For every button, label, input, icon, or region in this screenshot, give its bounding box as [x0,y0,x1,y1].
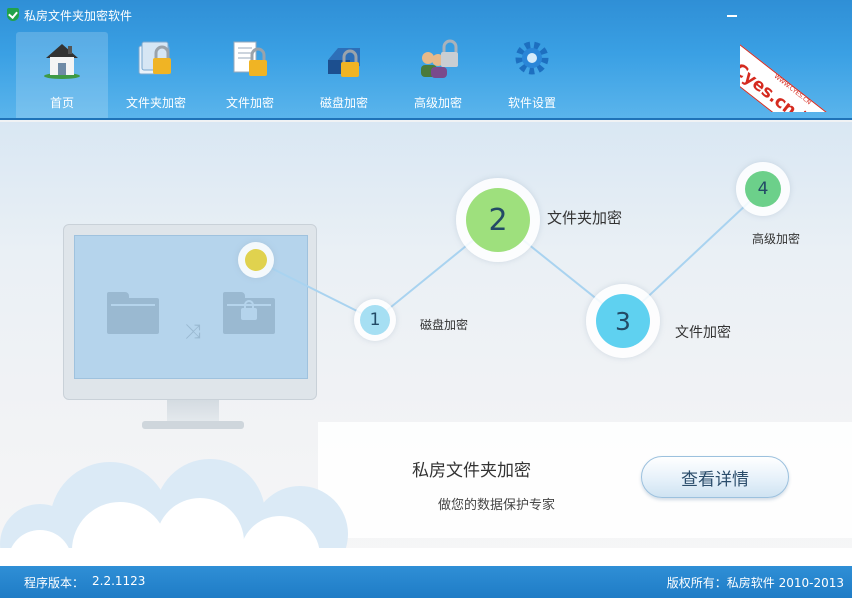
nav-item-file-encrypt[interactable]: 文件加密 [204,32,296,120]
shield-icon [7,8,19,21]
nav-item-disk-encrypt[interactable]: 磁盘加密 [298,32,390,120]
copyright-text: 版权所有：私房软件 2010-2013 [666,576,844,590]
step-label-4: 高级加密 [752,232,801,246]
nav-label-advanced-encrypt: 高级加密 [413,96,462,110]
folder-lock-icon [138,41,171,75]
banner-title: 私房文件夹加密 [412,461,531,481]
nav-item-home[interactable]: 首页 [16,32,108,120]
nav-label-home: 首页 [49,96,74,110]
title-bar: 私房文件夹加密软件 [0,0,852,30]
gear-icon [515,41,549,75]
step-node-2[interactable]: 2 [466,188,530,252]
version-value: 2.2.1123 [92,574,146,588]
nav-item-settings[interactable]: 软件设置 [486,32,578,120]
status-bar: 程序版本： 2.2.1123 版权所有：私房软件 2010-2013 [0,566,852,598]
disk-lock-icon [328,48,360,77]
app-window: 私房文件夹加密软件 首页 文件夹加密 文件加密 磁盘加密 高级加密 软件设置 W… [0,0,852,598]
step-node-3[interactable]: 3 [596,294,650,348]
users-lock-icon [421,39,458,78]
watermark-ribbon: WWW.CYES.CN Cyes.cn 资源港 [740,0,852,112]
nav-item-folder-encrypt[interactable]: 文件夹加密 [110,32,202,120]
nav-label-folder-encrypt: 文件夹加密 [125,96,186,110]
nav-label-disk-encrypt: 磁盘加密 [319,96,368,110]
start-dot [245,249,267,271]
nav-label-file-encrypt: 文件加密 [225,96,274,110]
step-node-1[interactable]: 1 [360,305,390,335]
step-node-4[interactable]: 4 [745,171,781,207]
view-details-button[interactable]: 查看详情 [641,456,789,498]
nav-item-advanced-encrypt[interactable]: 高级加密 [392,32,484,120]
header: 私房文件夹加密软件 首页 文件夹加密 文件加密 磁盘加密 高级加密 软件设置 W… [0,0,852,120]
window-title: 私房文件夹加密软件 [24,9,133,23]
nav-label-settings: 软件设置 [507,96,556,110]
file-lock-icon [233,41,267,76]
step-label-2: 文件夹加密 [547,209,623,227]
home-panel: ⤨ 1 磁盘加密 2 文件夹加密 3 文件加密 4 高级加密 私房文件夹加密 做… [0,122,852,566]
watermark-text: Cyes.cn 资源港 [740,59,845,112]
version-label: 程序版本： [24,576,85,590]
step-label-1: 磁盘加密 [420,318,469,332]
minimize-button[interactable] [723,6,741,20]
step-label-3: 文件加密 [675,325,731,341]
home-icon [44,44,80,79]
banner-subtitle: 做您的数据保护专家 [438,498,556,513]
